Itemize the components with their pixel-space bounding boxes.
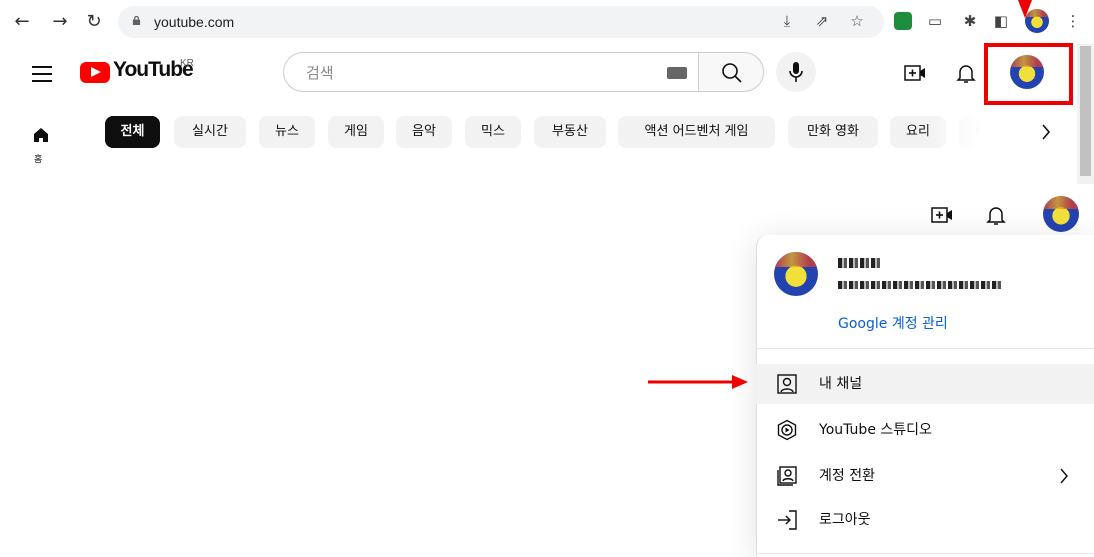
chip-all[interactable]: 전체 (105, 116, 160, 148)
chip-action-adventure[interactable]: 액션 어드벤처 게임 (618, 116, 775, 148)
url-text: youtube.com (154, 14, 235, 30)
more-menu-icon[interactable]: ⋮ (1064, 12, 1082, 30)
address-bar[interactable]: youtube.com (118, 6, 884, 38)
menu-item-label: 내 채널 (819, 376, 863, 392)
chip-real-estate[interactable]: 부동산 (534, 116, 606, 148)
panel-divider (756, 348, 1094, 349)
cast-icon[interactable]: ▭ (926, 12, 944, 30)
search-input[interactable] (304, 53, 648, 93)
chip-fade-overlay (925, 116, 1035, 148)
back-arrow-icon[interactable]: ← (10, 10, 34, 34)
home-icon[interactable] (33, 127, 49, 143)
search-icon (722, 63, 742, 83)
share-icon[interactable]: ⇗ (813, 12, 831, 30)
scrollbar-thumb[interactable] (1080, 46, 1091, 176)
chip-music[interactable]: 음악 (396, 116, 452, 148)
menu-item-sign-out[interactable]: 로그아웃 (756, 500, 1094, 540)
redacted-account-email (838, 281, 1002, 289)
manage-google-account-link[interactable]: Google 계정 관리 (838, 313, 948, 333)
menu-item-label: 로그아웃 (819, 512, 871, 528)
sign-out-icon (778, 510, 797, 530)
install-app-icon[interactable]: ⤓ (778, 12, 796, 30)
chevron-right-icon (1060, 468, 1068, 484)
extensions-puzzle-icon[interactable]: ✱ (961, 12, 979, 30)
person-box-icon (777, 374, 797, 394)
annotation-highlight-box (984, 43, 1073, 105)
sidebar-home-label[interactable]: 홈 (34, 152, 42, 165)
side-panel-icon[interactable]: ◧ (992, 12, 1010, 30)
panel-avatar (774, 252, 818, 296)
account-avatar-secondary[interactable] (1043, 196, 1079, 232)
menu-item-youtube-studio[interactable]: YouTube 스튜디오 (756, 410, 1094, 450)
bookmark-star-icon[interactable]: ☆ (848, 12, 866, 30)
lock-icon (132, 16, 141, 25)
annotation-arrow-right-icon (648, 375, 748, 389)
chip-live[interactable]: 실시간 (174, 116, 246, 148)
voice-search-button[interactable] (776, 52, 816, 92)
menu-item-label: 계정 전환 (819, 468, 875, 484)
panel-divider (756, 553, 1094, 554)
search-box[interactable] (283, 52, 698, 93)
menu-hamburger-icon[interactable] (32, 66, 52, 82)
studio-hex-icon (777, 419, 797, 441)
chip-gaming[interactable]: 게임 (328, 116, 384, 148)
annotation-arrow-down-icon (1018, 0, 1032, 18)
redacted-account-name (838, 258, 882, 268)
chip-news[interactable]: 뉴스 (259, 116, 315, 148)
notifications-bell-icon[interactable] (954, 61, 978, 85)
chip-animation[interactable]: 만화 영화 (788, 116, 878, 148)
switch-account-icon (777, 466, 797, 486)
reload-icon[interactable]: ↻ (82, 10, 106, 34)
menu-item-switch-account[interactable]: 계정 전환 (756, 456, 1094, 496)
menu-item-label: YouTube 스튜디오 (819, 422, 932, 438)
youtube-play-logo-icon[interactable] (80, 62, 110, 83)
notifications-bell-icon-secondary[interactable] (984, 203, 1008, 227)
extension-shield-icon[interactable] (894, 12, 912, 30)
microphone-icon (789, 62, 803, 82)
keyboard-icon[interactable] (667, 67, 687, 79)
search-button[interactable] (698, 52, 764, 92)
forward-arrow-icon[interactable]: → (48, 10, 72, 34)
menu-item-my-channel[interactable]: 내 채널 (756, 364, 1094, 404)
create-video-icon-secondary[interactable] (930, 203, 954, 227)
chip-mix[interactable]: 믹스 (465, 116, 521, 148)
chevron-right-icon[interactable] (1040, 123, 1052, 141)
region-code: KR (180, 58, 194, 69)
create-video-icon[interactable] (903, 61, 927, 85)
